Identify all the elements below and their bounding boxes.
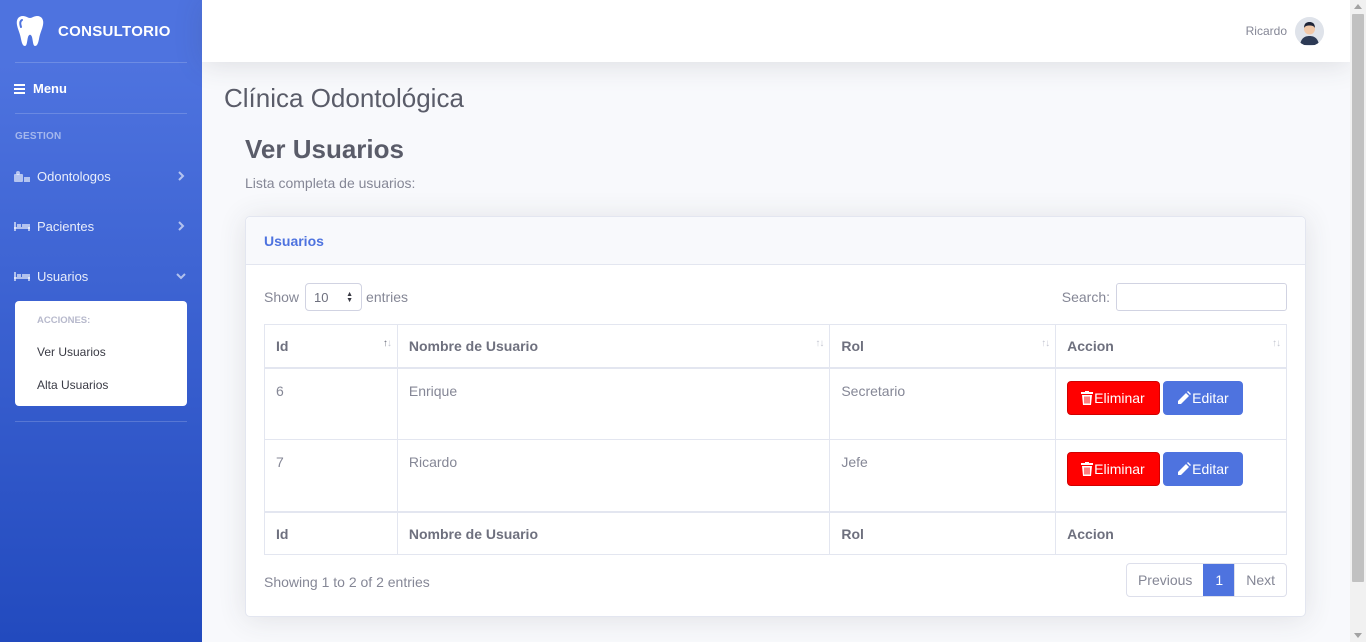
footer-accion: Accion <box>1055 510 1287 555</box>
delete-label: Eliminar <box>1094 461 1145 477</box>
table-header-row: Id ↑↓ Nombre de Usuario ↑↓ Rol ↑↓ Accion ↑↓ <box>264 324 1287 369</box>
chevron-right-icon <box>176 221 186 231</box>
search-input[interactable] <box>1116 283 1287 311</box>
sidebar-heading: GESTION <box>15 131 62 142</box>
sidebar-item-label: Odontologos <box>37 168 111 184</box>
delete-label: Eliminar <box>1094 389 1145 406</box>
users-card: Usuarios Show 10 ▲ ▼ entries Search: Id ↑↓… <box>245 216 1306 617</box>
cell-id: 6 <box>264 367 398 440</box>
show-label: Show <box>264 289 300 305</box>
doctor-icon <box>14 170 30 182</box>
edit-label: Editar <box>1192 389 1229 406</box>
sidebar-divider <box>15 421 187 422</box>
table-row: 7 Ricardo Jefe Eliminar Editar <box>264 439 1287 512</box>
sidebar-menu-toggle[interactable]: Menu <box>0 63 202 113</box>
pagination-previous[interactable]: Previous <box>1127 564 1203 596</box>
pencil-icon <box>1178 390 1192 404</box>
sidebar-item-odontologos[interactable]: Odontologos <box>0 151 202 201</box>
tooth-icon <box>16 16 44 46</box>
section-title: Ver Usuarios <box>245 134 404 164</box>
cell-rol: Jefe <box>829 439 1057 512</box>
usuarios-submenu: ACCIONES: Ver Usuarios Alta Usuarios <box>15 301 187 406</box>
cell-name: Ricardo <box>396 439 831 512</box>
column-header-accion[interactable]: Accion ↑↓ <box>1055 324 1287 369</box>
table-footer-row: Id Nombre de Usuario Rol Accion <box>264 510 1287 555</box>
sort-icon: ↑↓ <box>1041 338 1050 349</box>
user-avatar-icon <box>1295 16 1324 46</box>
cell-rol: Secretario <box>829 367 1057 440</box>
edit-label: Editar <box>1192 461 1229 477</box>
chevron-right-icon <box>176 171 186 181</box>
table-row: 6 Enrique Secretario Eliminar Editar <box>264 367 1287 440</box>
sort-icon: ↑↓ <box>815 338 824 349</box>
search-label: Search: <box>1061 289 1110 305</box>
column-header-rol[interactable]: Rol ↑↓ <box>829 324 1057 369</box>
menu-label: Menu <box>33 80 67 96</box>
select-arrows-icon: ▲ ▼ <box>346 291 354 304</box>
pagination: Previous 1 Next <box>1125 563 1287 597</box>
bed-icon <box>14 221 30 231</box>
sidebar-item-label: Pacientes <box>37 218 95 234</box>
entries-select[interactable]: 10 ▲ ▼ <box>305 283 363 311</box>
scroll-down-icon[interactable] <box>1354 633 1362 638</box>
submenu-item-alta-usuarios[interactable]: Alta Usuarios <box>15 369 187 402</box>
trash-icon <box>1081 462 1094 476</box>
trash-icon <box>1081 390 1094 405</box>
search-box: Search: <box>1062 283 1287 311</box>
bed-icon <box>14 271 30 281</box>
user-name[interactable]: Ricardo <box>1246 24 1287 38</box>
page-scrollbar[interactable] <box>1350 0 1366 642</box>
entries-label: entries <box>366 289 409 305</box>
sidebar-item-pacientes[interactable]: Pacientes <box>0 201 202 251</box>
cell-actions: Eliminar Editar <box>1055 439 1287 512</box>
pagination-page-1[interactable]: 1 <box>1203 564 1235 596</box>
datatable-footer: Showing 1 to 2 of 2 entries Previous 1 N… <box>264 563 1287 597</box>
edit-button[interactable]: Editar <box>1163 452 1244 486</box>
column-header-id[interactable]: Id ↑↓ <box>264 324 398 369</box>
cell-actions: Eliminar Editar <box>1055 367 1287 440</box>
entries-length: Show 10 ▲ ▼ entries <box>264 283 408 311</box>
sidebar-item-label: Usuarios <box>37 268 89 284</box>
footer-name: Nombre de Usuario <box>396 510 831 555</box>
delete-button[interactable]: Eliminar <box>1067 452 1161 486</box>
scrollbar-thumb[interactable] <box>1352 14 1364 582</box>
sidebar: CONSULTORIO Menu GESTION Odontologos Pac… <box>0 0 202 642</box>
topbar: Ricardo <box>202 0 1350 62</box>
pencil-icon <box>1178 462 1192 475</box>
brand[interactable]: CONSULTORIO <box>0 0 202 62</box>
sort-icon: ↑↓ <box>1272 338 1281 349</box>
scroll-up-icon[interactable] <box>1354 4 1362 9</box>
cell-name: Enrique <box>396 367 831 440</box>
footer-id: Id <box>264 510 398 555</box>
section-subtitle: Lista completa de usuarios: <box>245 175 416 191</box>
page-title: Clínica Odontológica <box>224 83 464 113</box>
delete-button[interactable]: Eliminar <box>1067 380 1161 415</box>
chevron-down-icon <box>176 271 186 281</box>
cell-id: 7 <box>264 439 398 512</box>
menu-icon <box>14 83 25 94</box>
card-header: Usuarios <box>246 217 1305 265</box>
users-table: Id ↑↓ Nombre de Usuario ↑↓ Rol ↑↓ Accion ↑↓ … <box>264 324 1287 555</box>
pagination-next[interactable]: Next <box>1234 564 1286 596</box>
sort-asc-icon: ↑↓ <box>382 338 392 349</box>
entries-select-value: 10 <box>314 289 329 305</box>
brand-name: CONSULTORIO <box>58 22 171 40</box>
edit-button[interactable]: Editar <box>1163 380 1244 415</box>
datatable-controls: Show 10 ▲ ▼ entries Search: <box>264 283 1287 313</box>
submenu-heading: ACCIONES: <box>37 315 91 326</box>
avatar[interactable] <box>1295 16 1324 46</box>
table-info: Showing 1 to 2 of 2 entries <box>264 574 430 590</box>
submenu-item-ver-usuarios[interactable]: Ver Usuarios <box>15 336 187 369</box>
sidebar-item-usuarios[interactable]: Usuarios <box>0 251 202 301</box>
column-header-name[interactable]: Nombre de Usuario ↑↓ <box>396 324 831 369</box>
footer-rol: Rol <box>829 510 1057 555</box>
